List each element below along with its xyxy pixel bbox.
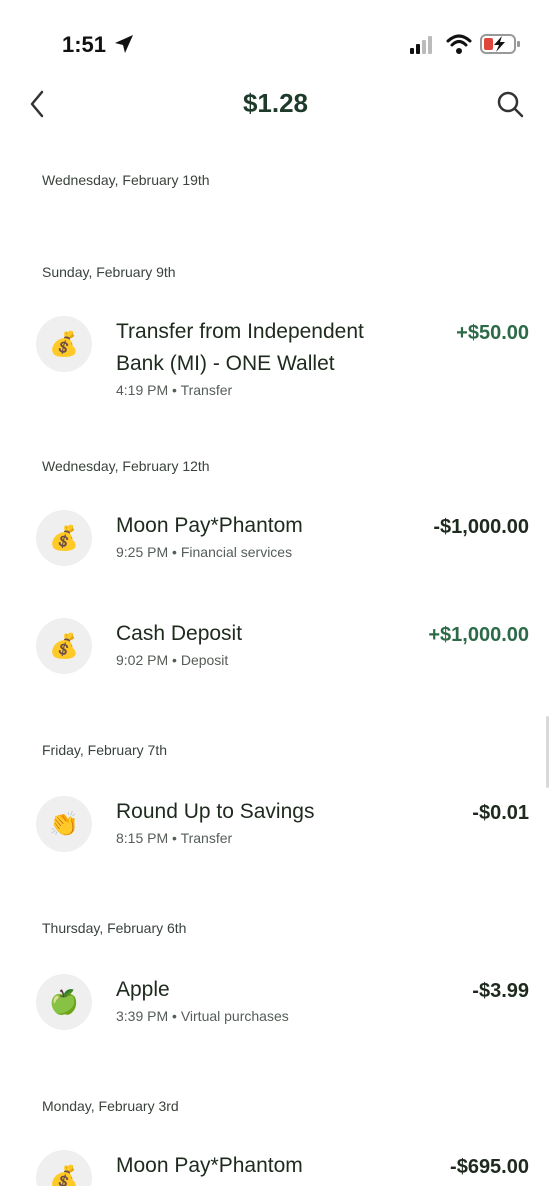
date-header: Sunday, February 9th (42, 264, 176, 280)
transaction-time: 8:15 PM (116, 830, 169, 846)
transaction-name: Transfer from Independent Bank (MI) - ON… (116, 320, 364, 375)
transaction-name: Cash Deposit (116, 622, 243, 645)
transaction-time: 4:19 PM (116, 382, 169, 398)
green-apple-icon: 🍏 (36, 974, 92, 1030)
page-title: $1.28 (242, 88, 309, 118)
scrollbar[interactable] (546, 716, 549, 788)
transaction-amount: -$3.99 (472, 980, 529, 1002)
transaction-meta: 9:02 PM • Deposit (116, 652, 229, 668)
money-bag-icon: 💰 (36, 1150, 92, 1186)
transaction-meta: 9:25 PM • Financial services (116, 544, 293, 560)
transaction-row[interactable]: 👏 Round Up to Savings 8:15 PM • Transfer… (0, 792, 551, 872)
transaction-name: Round Up to Savings (116, 800, 315, 823)
transactions-screen: 1:51 $1.28 Wednesday, February 19th Sund… (0, 0, 551, 1186)
date-header: Wednesday, February 12th (42, 458, 210, 474)
money-bag-icon: 💰 (36, 618, 92, 674)
transaction-amount: +$50.00 (456, 322, 529, 344)
transaction-time: 9:02 PM (116, 652, 169, 668)
transaction-meta: 3:39 PM • Virtual purchases (116, 1008, 289, 1024)
status-time: 1:51 (62, 32, 107, 57)
cellular-signal-icon (410, 36, 432, 54)
transaction-category: Financial services (180, 544, 293, 560)
transaction-row[interactable]: 💰 Transfer from Independent Bank (MI) - … (0, 312, 551, 412)
transaction-amount: +$1,000.00 (428, 624, 529, 646)
date-header: Wednesday, February 19th (42, 172, 210, 188)
header: $1.28 (0, 80, 551, 130)
transaction-name: Apple (116, 978, 170, 1001)
date-header: Thursday, February 6th (42, 920, 187, 936)
transaction-category: Virtual purchases (180, 1008, 289, 1024)
date-header: Friday, February 7th (42, 742, 168, 758)
transaction-meta: 4:19 PM • Transfer (116, 382, 233, 398)
transaction-meta: 8:15 PM • Transfer (116, 830, 233, 846)
status-bar: 1:51 (0, 0, 551, 84)
transaction-category: Transfer (180, 830, 233, 846)
money-bag-icon: 💰 (36, 510, 92, 566)
transaction-row[interactable]: 💰 Moon Pay*Phantom -$695.00 (0, 1146, 551, 1186)
search-button[interactable] (490, 84, 530, 124)
transaction-amount: -$1,000.00 (433, 516, 529, 538)
search-icon (497, 91, 524, 118)
transaction-row[interactable]: 💰 Cash Deposit 9:02 PM • Deposit +$1,000… (0, 614, 551, 694)
battery-charging-icon (480, 34, 520, 54)
transaction-name: Moon Pay*Phantom (116, 1154, 303, 1177)
transaction-name: Moon Pay*Phantom (116, 514, 303, 537)
wifi-icon (446, 34, 472, 54)
transaction-row[interactable]: 💰 Moon Pay*Phantom 9:25 PM • Financial s… (0, 506, 551, 586)
money-bag-icon: 💰 (36, 316, 92, 372)
location-arrow-icon (115, 35, 133, 53)
transaction-amount: -$695.00 (450, 1156, 529, 1178)
transaction-category: Transfer (180, 382, 233, 398)
transaction-row[interactable]: 🍏 Apple 3:39 PM • Virtual purchases -$3.… (0, 970, 551, 1050)
clapping-hands-icon: 👏 (36, 796, 92, 852)
transaction-time: 3:39 PM (116, 1008, 169, 1024)
transaction-time: 9:25 PM (116, 544, 169, 560)
transaction-category: Deposit (180, 652, 229, 668)
date-header: Monday, February 3rd (42, 1098, 179, 1114)
transaction-amount: -$0.01 (472, 802, 529, 824)
